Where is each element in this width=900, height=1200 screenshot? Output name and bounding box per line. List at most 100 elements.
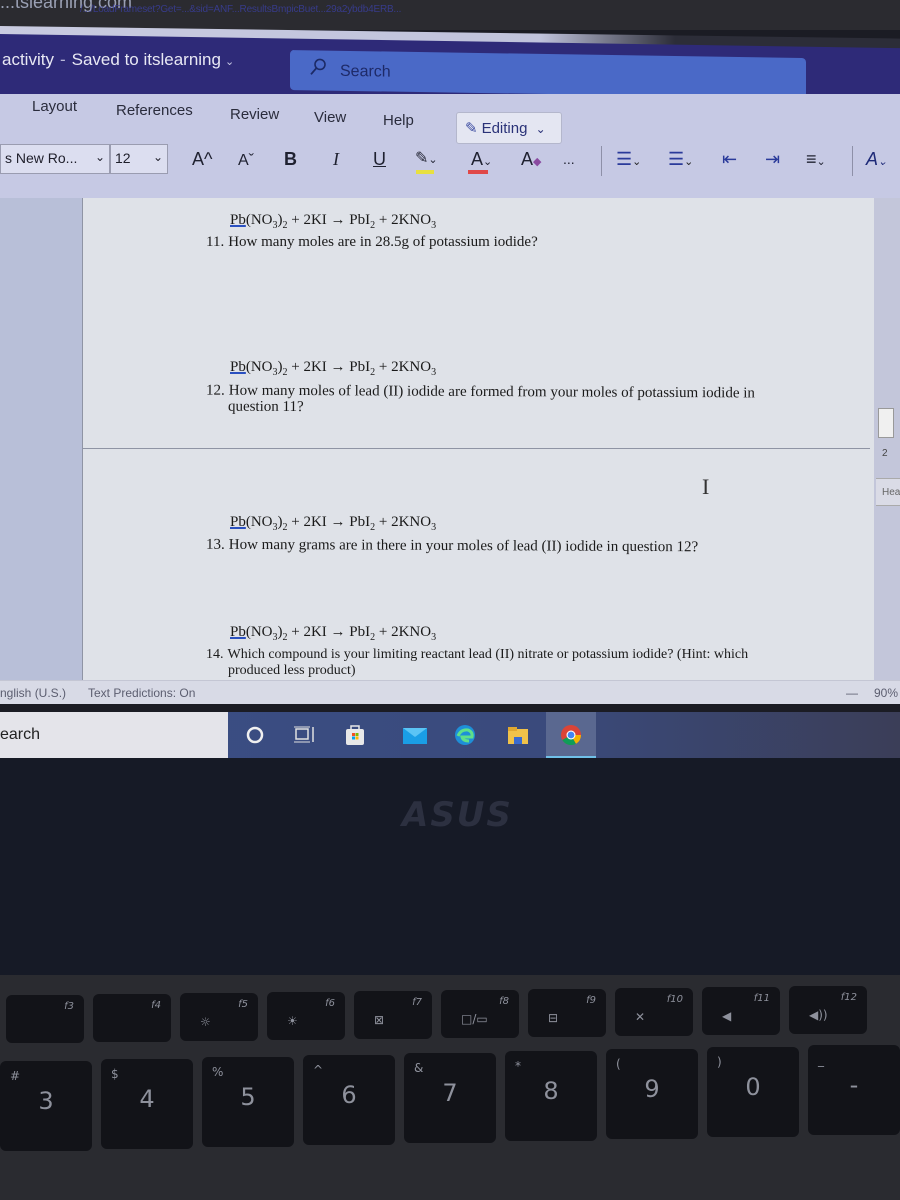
tab-help[interactable]: Help [383,112,414,129]
document-title[interactable]: activity - Saved to itslearning ⌄ [2,50,234,70]
font-name-dropdown[interactable]: s New Ro... ⌄ [0,144,110,174]
heading-item[interactable]: Hea [876,478,900,506]
font-size-dropdown[interactable]: 12 ⌄ [110,144,168,174]
question-text: How many moles are in 28.5g of potassium… [228,234,538,250]
question-11: 11. How many moles are in 28.5g of potass… [206,234,538,250]
key-f12[interactable]: f12 ◀)) [789,986,867,1034]
key--[interactable]: _ - [808,1045,900,1135]
key-f11[interactable]: f11 ◀ [702,987,780,1035]
shrink-font-button[interactable]: Aˇ [238,150,254,172]
key-glyph-icon: ✕ [635,1010,646,1024]
key-label: 6 [341,1081,357,1109]
document-name: activity [2,50,54,69]
key-glyph-icon: ◀)) [809,1008,828,1022]
key-glyph-icon: ☼ [200,1015,211,1029]
underline-button[interactable]: U [373,148,386,170]
navigation-pane [874,198,900,680]
increase-indent-button[interactable]: ⇥ [765,148,780,170]
key-f10[interactable]: f10 ✕ [615,988,693,1036]
search-label: Search [340,62,391,81]
save-status: Saved to itslearning [71,50,221,69]
key-f5[interactable]: f5 ☼ [180,993,258,1041]
bullets-button[interactable]: ☰⌄ [616,148,641,173]
tab-references[interactable]: References [116,102,193,119]
font-color-icon: A [471,149,484,169]
document-page[interactable] [82,198,888,686]
key-symbol: _ [818,1053,824,1067]
tab-view[interactable]: View [314,109,346,126]
chevron-down-icon: ⌄ [94,150,105,164]
browser-url-bar[interactable]: ...tslearning.com /.../LoadFrameset?Get=… [0,0,900,30]
chemical-equation: Pb(NO3)2 + 2KI → PbI2 + 2KNO3 [230,514,436,533]
key-6[interactable]: ^ 6 [303,1055,395,1145]
question-14: 14. Which compound is your limiting react… [206,647,748,679]
chrome-icon[interactable] [558,722,584,748]
highlight-button[interactable]: ✎⌄ [415,148,438,171]
more-options-button[interactable]: ... [563,148,575,170]
taskbar-search[interactable]: earch [0,712,228,758]
keyboard: f3 f4 f5 ☼ f6 ☀ f7 ⊠ f8 □/▭ f9 ⊟ f10 ✕ f11 ◀ f12 ◀)) #3 $4… [0,975,900,1200]
url-path[interactable]: /.../LoadFrameset?Get=...&sid=ANF...Resu… [80,4,401,15]
key-8[interactable]: * 8 [505,1051,597,1141]
chevron-down-icon[interactable]: ⌄ [225,56,234,68]
key-0[interactable]: ) 0 [707,1047,799,1137]
key-glyph-icon: ☀ [287,1014,298,1028]
key-label: 3 [38,1087,54,1115]
decrease-indent-button[interactable]: ⇤ [722,148,737,170]
mail-icon[interactable] [402,722,428,748]
zoom-out-button[interactable]: — [846,686,858,700]
key-f7[interactable]: f7 ⊠ [354,991,432,1039]
key-f3[interactable]: f3 [6,995,84,1043]
key-f8[interactable]: f8 □/▭ [441,990,519,1038]
tab-layout[interactable]: Layout [32,98,77,115]
styles-button[interactable]: A⌄ [866,148,887,173]
table-row-divider [82,448,870,449]
brand-logo: ASUS [402,795,513,835]
tab-review[interactable]: Review [230,106,279,123]
key-5[interactable]: % 5 [202,1057,294,1147]
question-text-continued: produced less product) [228,663,356,678]
indent-icon: ⇥ [765,149,781,169]
edge-icon[interactable] [452,722,478,748]
zoom-level[interactable]: 90% [874,686,898,700]
task-view-icon[interactable] [292,722,318,748]
grow-font-button[interactable]: A^ [192,148,212,170]
clear-formatting-button[interactable]: A◆ [521,148,541,173]
key-label: - [849,1071,859,1099]
italic-button[interactable]: I [333,148,339,170]
chevron-down-icon: ⌄ [152,150,163,164]
highlight-color-swatch [416,170,434,174]
key-4[interactable]: $4 [101,1059,193,1149]
chevron-down-icon: ⌄ [632,156,642,168]
file-explorer-icon[interactable] [505,722,531,748]
equation-part: (NO [245,624,273,640]
formatting-toolbar: s New Ro... ⌄ 12 ⌄ A^ Aˇ B I U ✎⌄ A⌄ A◆ … [0,140,900,180]
key-label: f4 [151,1000,161,1011]
question-number: 12. [206,382,225,399]
text-predictions-status[interactable]: Text Predictions: On [88,686,195,700]
key-7[interactable]: & 7 [404,1053,496,1143]
chemical-equation: Pb(NO3)2 + 2KI → PbI2 + 2KNO3 [230,212,436,231]
key-9[interactable]: (9 [606,1049,698,1139]
page-thumbnail[interactable] [878,408,894,438]
align-icon: ≡ [806,149,817,169]
font-size-value: 12 [115,150,131,166]
key-label: f7 [412,997,422,1008]
key-f6[interactable]: f6 ☀ [267,992,345,1040]
align-button[interactable]: ≡⌄ [806,148,826,173]
search-box[interactable]: Search [290,50,806,99]
store-icon[interactable] [342,722,368,748]
taskbar-search-label: earch [0,726,41,743]
chevron-down-icon: ⌄ [428,154,438,166]
key-3[interactable]: #3 [0,1061,92,1151]
key-f9[interactable]: f9 ⊟ [528,989,606,1037]
cortana-icon[interactable] [242,722,268,748]
key-f4[interactable]: f4 [93,994,171,1042]
bold-button[interactable]: B [284,148,297,170]
chevron-down-icon: ⌄ [483,156,493,168]
equation-part: + 2KNO [375,514,432,530]
numbering-button[interactable]: ☰⌄ [668,148,693,173]
question-number: 14. [206,647,224,662]
language-status[interactable]: nglish (U.S.) [0,686,66,700]
clear-formatting-icon: A [521,149,534,169]
